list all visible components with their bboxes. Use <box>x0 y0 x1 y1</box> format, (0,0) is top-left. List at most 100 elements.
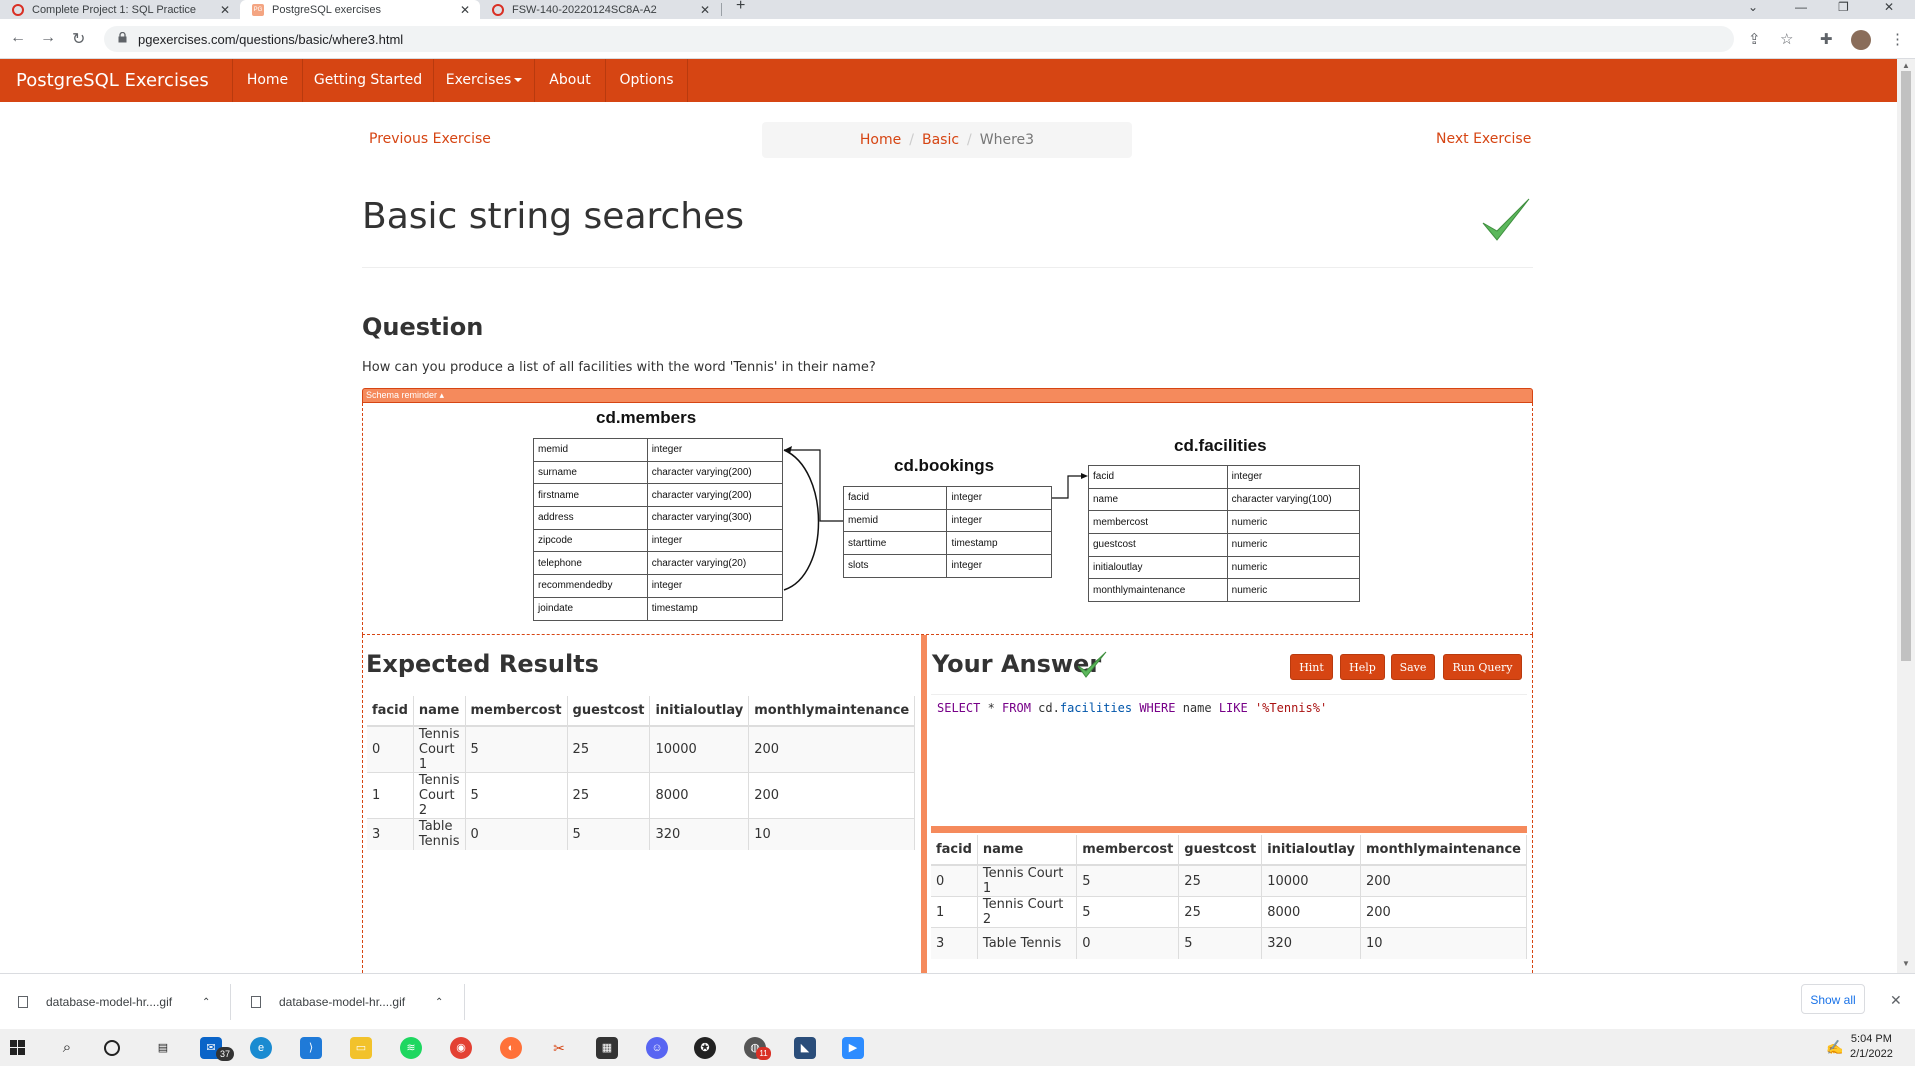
answer-results-table: facid name membercost guestcost initialo… <box>931 835 1527 959</box>
table-row: 1 Tennis Court 2 5 25 8000 200 <box>931 896 1527 928</box>
app-icon[interactable]: ▦ <box>596 1037 618 1059</box>
table-cell: 5 <box>465 725 568 773</box>
download-item[interactable]: database-model-hr....gif ⌃ <box>18 974 218 1030</box>
column-header: membercost <box>1076 835 1180 866</box>
show-all-downloads-button[interactable]: Show all <box>1801 984 1865 1014</box>
table-cell: 0 <box>367 725 414 773</box>
clock-date: 2/1/2022 <box>1850 1048 1893 1060</box>
download-separator <box>230 984 231 1020</box>
windows-start-icon[interactable] <box>10 1040 26 1056</box>
sql-token: cd. <box>1030 701 1060 715</box>
table-cell: Table Tennis <box>413 818 466 850</box>
table-cell: 10 <box>1360 927 1527 959</box>
table-cell: 5 <box>1076 864 1180 897</box>
table-cell: 200 <box>748 725 916 773</box>
system-clock[interactable]: 5:04 PM 2/1/2022 <box>1850 1032 1893 1062</box>
table-row: 0 Tennis Court 1 5 25 10000 200 <box>931 864 1527 897</box>
table-cell: 200 <box>1360 864 1527 897</box>
sql-editor[interactable]: SELECT * FROM cd.facilities WHERE name L… <box>931 694 1527 826</box>
save-button[interactable]: Save <box>1391 654 1435 680</box>
pen-icon[interactable]: ✍ <box>1826 1039 1843 1056</box>
file-icon <box>251 996 261 1008</box>
file-explorer-icon[interactable]: ▭ <box>350 1037 372 1059</box>
table-cell: 25 <box>567 772 651 819</box>
table-cell: 5 <box>1178 927 1263 959</box>
column-header: guestcost <box>567 696 651 727</box>
table-header-row: facid name membercost guestcost initialo… <box>931 835 1527 866</box>
mail-badge: 37 <box>216 1047 234 1061</box>
table-cell: 320 <box>1261 927 1361 959</box>
download-bar: database-model-hr....gif ⌃ database-mode… <box>0 973 1915 1029</box>
vscode-icon[interactable]: ⟩ <box>300 1037 322 1059</box>
table-cell: Tennis Court 2 <box>977 896 1078 928</box>
table-cell: 25 <box>567 725 651 773</box>
download-separator <box>464 984 465 1020</box>
table-cell: 10000 <box>1261 864 1361 897</box>
table-cell: 25 <box>1178 896 1263 928</box>
sql-keyword: LIKE <box>1218 701 1248 715</box>
file-icon <box>18 996 28 1008</box>
sql-keyword: SELECT <box>937 701 981 715</box>
table-cell: 5 <box>465 772 568 819</box>
cortana-icon[interactable] <box>104 1040 120 1056</box>
table-cell: 10000 <box>649 725 750 773</box>
table-cell: 320 <box>649 818 750 850</box>
table-cell: 1 <box>367 772 414 819</box>
table-cell: 3 <box>931 927 978 959</box>
steam-icon[interactable]: ✪ <box>694 1037 716 1059</box>
sql-keyword: WHERE <box>1132 701 1183 715</box>
editor-resize-handle[interactable] <box>931 826 1527 833</box>
sql-table-name: facilities <box>1059 701 1133 715</box>
run-query-button[interactable]: Run Query <box>1443 654 1522 680</box>
table-row: 1 Tennis Court 2 5 25 8000 200 <box>367 772 916 819</box>
download-filename: database-model-hr....gif <box>46 995 173 1009</box>
snipping-tool-icon[interactable]: ✂ <box>548 1037 570 1059</box>
table-cell: 5 <box>1076 896 1180 928</box>
table-cell: Tennis Court 2 <box>413 772 466 819</box>
table-cell: Table Tennis <box>977 927 1078 959</box>
table-header-row: facid name membercost guestcost initialo… <box>367 696 916 727</box>
table-cell: 1 <box>931 896 978 928</box>
app-icon[interactable]: ◣ <box>794 1037 816 1059</box>
firefox-icon[interactable]: ◐ <box>500 1037 522 1059</box>
column-header: facid <box>367 696 414 727</box>
chrome-icon[interactable]: ◉ <box>450 1037 472 1059</box>
chevron-up-icon[interactable]: ⌃ <box>435 997 443 1008</box>
zoom-icon[interactable]: ▶ <box>842 1037 864 1059</box>
spotify-icon[interactable]: ≋ <box>400 1037 422 1059</box>
table-cell: 0 <box>465 818 568 850</box>
discord-icon[interactable]: ☺ <box>646 1037 668 1059</box>
column-header: membercost <box>465 696 568 727</box>
search-icon[interactable]: ⌕ <box>56 1037 78 1059</box>
table-cell: 8000 <box>649 772 750 819</box>
chevron-up-icon[interactable]: ⌃ <box>202 997 210 1008</box>
edge-icon[interactable]: e <box>250 1037 272 1059</box>
table-cell: Tennis Court 1 <box>413 725 466 773</box>
column-header: initialoutlay <box>1261 835 1361 866</box>
table-cell: 0 <box>1076 927 1180 959</box>
sql-token: name <box>1182 701 1219 715</box>
table-cell: 0 <box>931 864 978 897</box>
windows-taskbar: ⌕ ▤ ✉ 37 e ⟩ ▭ ≋ ◉ ◐ ✂ ▦ ☺ ✪ ◍ 11 ◣ ▶ ✍ … <box>0 1029 1915 1066</box>
column-header: name <box>977 835 1078 866</box>
help-button[interactable]: Help <box>1340 654 1385 680</box>
table-cell: 200 <box>748 772 916 819</box>
hint-button[interactable]: Hint <box>1290 654 1333 680</box>
column-header: initialoutlay <box>649 696 750 727</box>
sql-keyword: FROM <box>1002 701 1031 715</box>
expected-results-table: facid name membercost guestcost initialo… <box>367 696 916 850</box>
sql-query-text: SELECT * FROM cd.facilities WHERE name L… <box>937 701 1327 715</box>
notification-badge: 11 <box>756 1047 771 1060</box>
table-row: 3 Table Tennis 0 5 320 10 <box>931 927 1527 959</box>
sql-token: * <box>980 701 1003 715</box>
column-header: name <box>413 696 466 727</box>
column-header: monthlymaintenance <box>1360 835 1527 866</box>
close-download-bar-icon[interactable]: ✕ <box>1890 992 1902 1009</box>
table-cell: 25 <box>1178 864 1263 897</box>
sql-string-literal: '%Tennis%' <box>1247 701 1328 715</box>
table-cell: 3 <box>367 818 414 850</box>
table-cell: 10 <box>748 818 916 850</box>
download-item[interactable]: database-model-hr....gif ⌃ <box>251 974 451 1030</box>
clock-time: 5:04 PM <box>1850 1033 1892 1045</box>
task-view-icon[interactable]: ▤ <box>152 1037 174 1059</box>
